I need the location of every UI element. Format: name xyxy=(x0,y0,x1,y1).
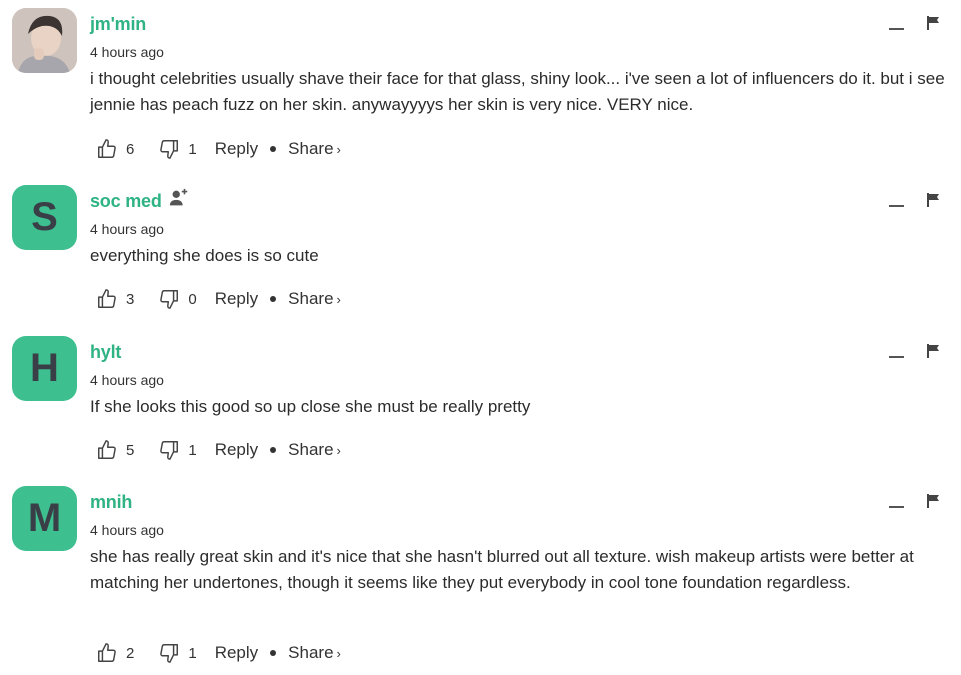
like-button[interactable]: 5 xyxy=(96,439,134,461)
reply-button[interactable]: Reply xyxy=(215,440,258,460)
avatar[interactable] xyxy=(12,8,77,73)
like-count: 5 xyxy=(126,441,135,459)
like-button[interactable]: 3 xyxy=(96,288,134,310)
reply-button[interactable]: Reply xyxy=(215,289,258,309)
timestamp: 4 hours ago xyxy=(90,522,164,538)
share-button[interactable]: Share › xyxy=(288,139,341,159)
follow-user-icon[interactable] xyxy=(168,187,190,209)
separator-dot xyxy=(270,296,277,302)
timestamp: 4 hours ago xyxy=(90,221,164,237)
comment-actions: 3 0 Reply Share › xyxy=(96,286,341,312)
dislike-count: 1 xyxy=(188,140,197,158)
reply-button[interactable]: Reply xyxy=(215,643,258,663)
share-label: Share xyxy=(288,643,334,662)
dislike-button[interactable]: 1 xyxy=(158,439,197,461)
separator-dot xyxy=(270,447,277,453)
comment-actions: 5 1 Reply Share › xyxy=(96,437,341,463)
share-label: Share xyxy=(288,139,334,158)
comment-actions: 2 1 Reply Share › xyxy=(96,640,341,666)
comment-text: If she looks this good so up close she m… xyxy=(90,397,531,416)
chevron-right-icon: › xyxy=(336,443,341,458)
comment-text: she has really great skin and it's nice … xyxy=(90,547,914,592)
thumbs-up-icon xyxy=(98,643,116,662)
dislike-count: 1 xyxy=(188,644,197,662)
collapse-icon[interactable] xyxy=(888,22,906,36)
dislike-button[interactable]: 1 xyxy=(158,138,197,160)
chevron-right-icon: › xyxy=(336,142,341,157)
chevron-right-icon: › xyxy=(336,646,341,661)
avatar[interactable]: H xyxy=(12,336,77,401)
username[interactable]: soc med xyxy=(90,191,162,212)
share-label: Share xyxy=(288,440,334,459)
like-count: 6 xyxy=(126,140,135,158)
share-button[interactable]: Share › xyxy=(288,440,341,460)
like-button[interactable]: 2 xyxy=(96,642,134,664)
flag-icon[interactable] xyxy=(926,493,940,509)
dislike-count: 0 xyxy=(188,290,197,308)
separator-dot xyxy=(270,650,277,656)
thumbs-up-icon xyxy=(98,139,116,158)
share-button[interactable]: Share › xyxy=(288,643,341,663)
like-count: 2 xyxy=(126,644,135,662)
avatar[interactable]: S xyxy=(12,185,77,250)
collapse-icon[interactable] xyxy=(888,500,906,514)
thumbs-down-icon xyxy=(160,644,179,663)
comment-actions: 6 1 Reply Share › xyxy=(96,136,341,162)
username[interactable]: jm'min xyxy=(90,14,146,35)
like-button[interactable]: 6 xyxy=(96,138,134,160)
timestamp: 4 hours ago xyxy=(90,44,164,60)
thumbs-down-icon xyxy=(160,290,179,309)
share-label: Share xyxy=(288,289,334,308)
dislike-button[interactable]: 1 xyxy=(158,642,197,664)
thumbs-down-icon xyxy=(160,140,179,159)
comment-text: everything she does is so cute xyxy=(90,246,319,265)
flag-icon[interactable] xyxy=(926,15,940,31)
flag-icon[interactable] xyxy=(926,343,940,359)
comment-text: i thought celebrities usually shave thei… xyxy=(90,69,945,114)
username[interactable]: hylt xyxy=(90,342,121,363)
collapse-icon[interactable] xyxy=(888,350,906,364)
collapse-icon[interactable] xyxy=(888,199,906,213)
separator-dot xyxy=(270,146,277,152)
chevron-right-icon: › xyxy=(336,292,341,307)
like-count: 3 xyxy=(126,290,135,308)
share-button[interactable]: Share › xyxy=(288,289,341,309)
dislike-button[interactable]: 0 xyxy=(158,288,197,310)
thumbs-up-icon xyxy=(98,289,116,308)
reply-button[interactable]: Reply xyxy=(215,139,258,159)
thumbs-down-icon xyxy=(160,441,179,460)
avatar[interactable]: M xyxy=(12,486,77,551)
dislike-count: 1 xyxy=(188,441,197,459)
thumbs-up-icon xyxy=(98,440,116,459)
flag-icon[interactable] xyxy=(926,192,940,208)
username[interactable]: mnih xyxy=(90,492,132,513)
timestamp: 4 hours ago xyxy=(90,372,164,388)
avatar-photo xyxy=(12,8,77,73)
